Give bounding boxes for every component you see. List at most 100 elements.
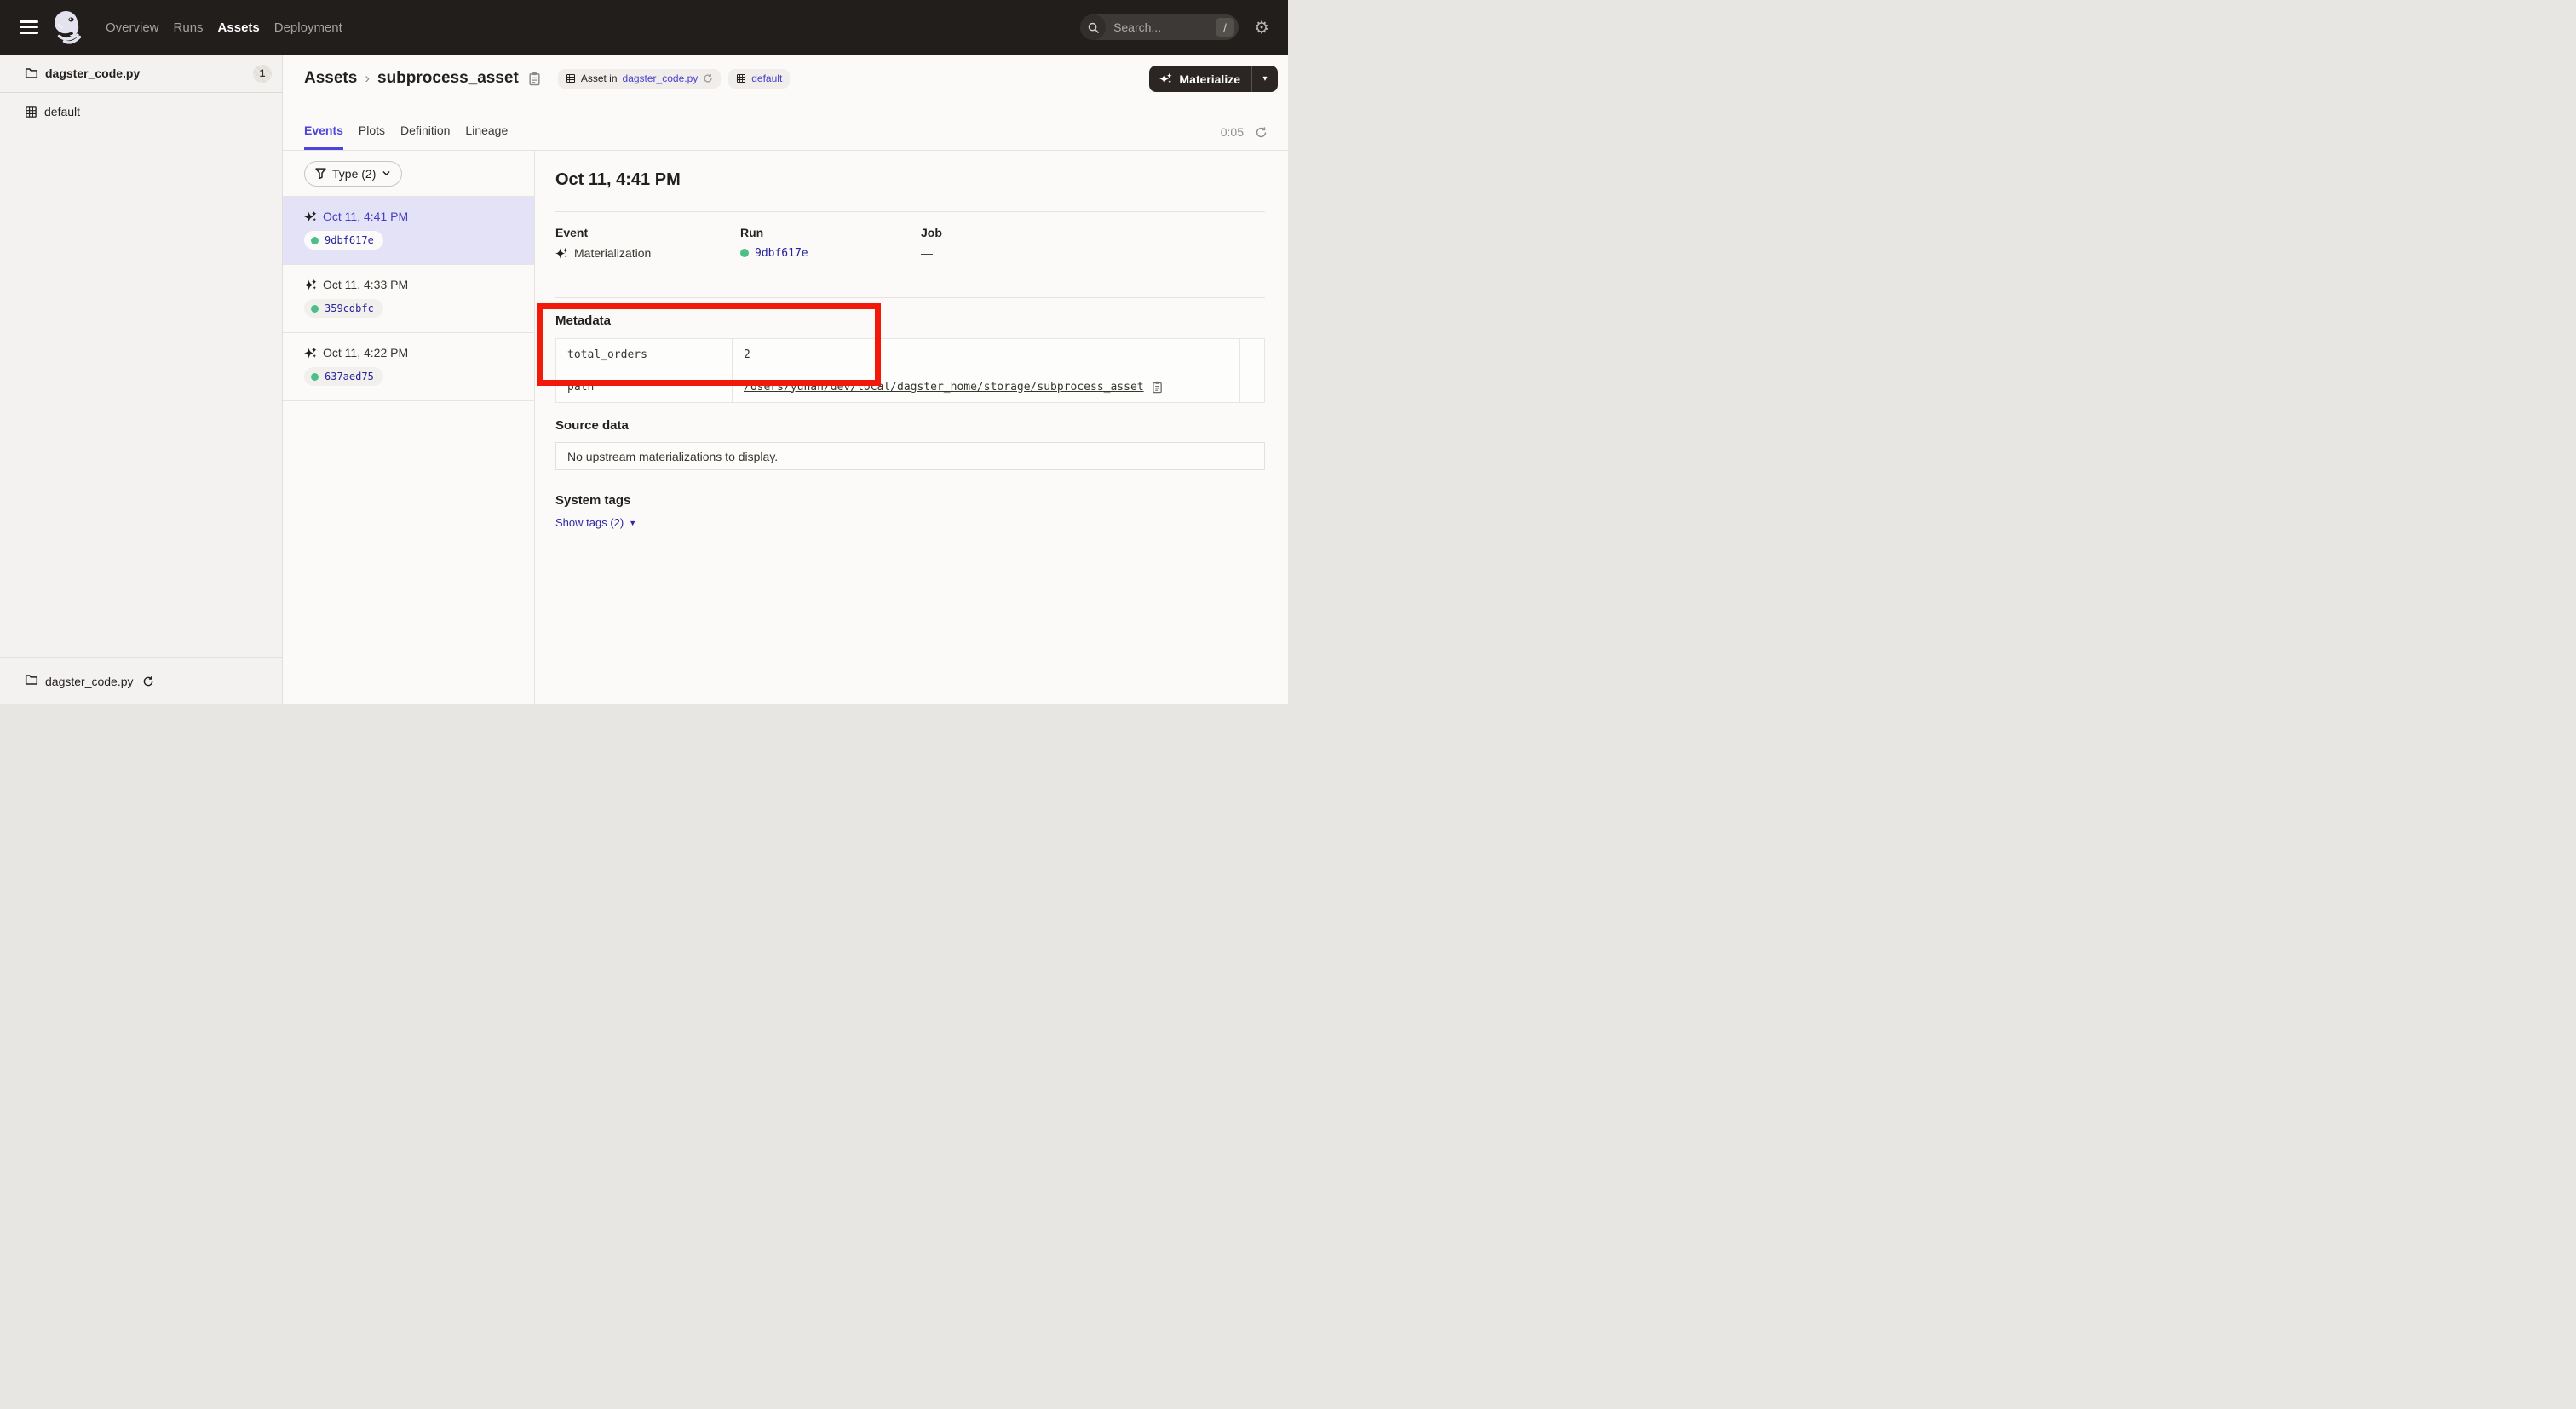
divider [555,297,1265,298]
primary-nav: Overview Runs Assets Deployment [106,20,342,35]
source-data-empty-message: No upstream materializations to display. [567,450,778,463]
asset-sidebar: dagster_code.py 1 default dagster_code.p… [0,55,283,704]
code-location-link[interactable]: dagster_code.py [623,72,699,84]
event-type: Materialization [574,246,651,260]
event-date: Oct 11, 4:33 PM [323,278,408,291]
funnel-icon [315,168,326,179]
metadata-value: /Users/yuhan/dev/local/dagster_home/stor… [733,371,1240,402]
main-panel: Assets › subprocess_asset Asset in dagst… [283,55,1288,704]
metadata-empty-cell [1240,339,1264,371]
event-detail-title: Oct 11, 4:41 PM [555,170,1265,190]
event-date: Oct 11, 4:22 PM [323,346,408,359]
nav-item-deployment[interactable]: Deployment [274,20,342,35]
copy-path-button[interactable] [1152,381,1163,394]
metadata-table: total_orders 2 path /Users/yuhan/dev/loc… [555,338,1265,403]
tab-events[interactable]: Events [304,124,343,150]
run-status-dot [311,237,319,244]
breadcrumb-separator: › [365,70,370,87]
grid-icon [566,73,576,83]
dagster-asset-page: Overview Runs Assets Deployment / ⚙ dags… [0,0,1288,704]
breadcrumb-assets-link[interactable]: Assets [304,69,357,88]
metadata-value: 2 [733,339,1240,371]
asset-tabs: Events Plots Definition Lineage 0:05 [283,102,1288,151]
run-id-badge[interactable]: 637aed75 [304,367,383,386]
run-column-label: Run [740,226,921,239]
metadata-empty-cell [1240,371,1264,402]
run-id-badge[interactable]: 9dbf617e [304,231,383,250]
tab-plots[interactable]: Plots [359,124,385,150]
reload-location-icon[interactable] [142,676,154,687]
job-value: — [921,246,933,260]
job-column-label: Job [921,226,1265,239]
group-link[interactable]: default [751,72,782,84]
settings-gear-button[interactable]: ⚙ [1254,19,1269,36]
run-id-badge[interactable]: 359cdbfc [304,299,383,318]
search-icon [1080,14,1106,40]
metadata-key: total_orders [556,339,733,371]
asset-group-icon [25,106,37,118]
code-location-label: dagster_code.py [45,66,140,80]
system-tags-heading: System tags [555,493,1265,509]
tab-lineage[interactable]: Lineage [465,124,508,150]
event-list-panel: Type (2) Oct 11, 4:41 PM 9dbf617e [283,151,535,704]
metadata-key: path [556,371,733,402]
materialization-sparkle-icon [304,347,317,359]
asset-badges: Asset in dagster_code.py default [558,69,790,89]
reload-code-location-icon[interactable] [703,73,713,83]
materialization-sparkle-icon [555,247,568,260]
global-search[interactable]: / [1080,14,1239,40]
event-detail-panel: Oct 11, 4:41 PM Event Run Job Materializ… [535,151,1288,704]
path-link[interactable]: /Users/yuhan/dev/local/dagster_home/stor… [744,381,1144,394]
table-row: total_orders 2 [556,339,1264,371]
event-filter-bar: Type (2) [283,151,534,197]
sparkle-icon [1159,72,1172,85]
event-info-grid: Event Run Job Materialization 9dbf617e — [555,212,1265,260]
run-id-link[interactable]: 9dbf617e [755,247,808,260]
search-shortcut-badge: / [1216,18,1234,37]
asset-count-badge: 1 [253,65,272,83]
copy-asset-name-button[interactable] [528,72,541,86]
event-list-item[interactable]: Oct 11, 4:41 PM 9dbf617e [283,197,534,265]
tab-definition[interactable]: Definition [400,124,450,150]
nav-item-runs[interactable]: Runs [174,20,204,35]
materialization-sparkle-icon [304,279,317,291]
metadata-heading: Metadata [555,313,1265,329]
table-row: path /Users/yuhan/dev/local/dagster_home… [556,371,1264,402]
materialize-options-caret-button[interactable]: ▾ [1252,66,1278,92]
type-filter-button[interactable]: Type (2) [304,161,402,187]
dagster-logo-icon [51,9,85,45]
refresh-button[interactable] [1255,126,1268,139]
materialize-split-button: Materialize ▾ [1149,66,1278,92]
folder-icon [25,66,38,80]
grid-icon [736,73,746,83]
run-status-dot [311,305,319,313]
source-data-empty-box: No upstream materializations to display. [555,442,1265,470]
caret-down-icon: ▼ [629,519,636,527]
sidebar-footer-code-location[interactable]: dagster_code.py [0,657,282,704]
show-tags-toggle[interactable]: Show tags (2) ▼ [555,516,636,529]
asset-in-code-location-badge[interactable]: Asset in dagster_code.py [558,69,721,89]
sidebar-item-group-default[interactable]: default [0,93,282,130]
asset-in-label: Asset in [581,72,618,84]
asset-group-badge[interactable]: default [728,69,790,89]
folder-icon [25,673,38,689]
run-status-dot [740,249,749,257]
footer-code-location-label: dagster_code.py [45,675,134,688]
sidebar-item-code-location[interactable]: dagster_code.py 1 [0,55,282,93]
chevron-down-icon [382,169,391,178]
top-nav: Overview Runs Assets Deployment / ⚙ [0,0,1288,55]
event-column-label: Event [555,226,740,239]
search-input[interactable] [1113,20,1216,34]
refresh-countdown: 0:05 [1221,125,1244,139]
event-list-item[interactable]: Oct 11, 4:22 PM 637aed75 [283,333,534,401]
group-label: default [44,105,80,118]
nav-item-assets[interactable]: Assets [218,20,260,35]
event-list-item[interactable]: Oct 11, 4:33 PM 359cdbfc [283,265,534,333]
page-title: subprocess_asset [377,69,519,88]
nav-item-overview[interactable]: Overview [106,20,159,35]
hamburger-menu-button[interactable] [20,20,38,34]
source-data-heading: Source data [555,418,1265,434]
run-status-dot [311,373,319,381]
asset-header: Assets › subprocess_asset Asset in dagst… [283,55,1288,102]
materialize-button[interactable]: Materialize [1149,66,1251,92]
